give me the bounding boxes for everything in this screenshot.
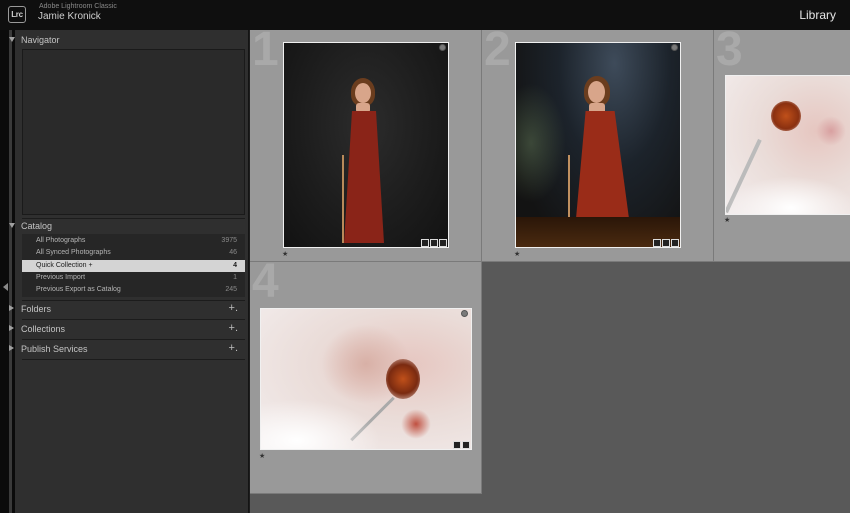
flag-circle-icon[interactable] [461,310,468,317]
divider [22,359,245,360]
lrc-logo-icon: Lrc [8,6,26,23]
catalog-item-all-synced[interactable]: All Synced Photographs 46 [22,247,245,259]
photo-grid: 1 ★ 2 ★ 3 ★ 4 ★ [250,26,850,513]
collections-label: Collections [21,324,66,334]
catalog-item-count: 3975 [221,237,237,244]
add-folder-icon[interactable]: +. [229,302,238,314]
catalog-item-count: 245 [225,286,237,293]
catalog-item-previous-import[interactable]: Previous Import 1 [22,272,245,284]
cell-index: 2 [484,23,511,76]
badge-icon[interactable] [421,239,429,247]
photo-subject [342,155,344,243]
photo-subject [816,116,846,146]
left-edge-divider [9,30,12,513]
catalog-item-name: All Synced Photographs [36,249,111,256]
grid-cell[interactable]: 2 ★ [482,26,714,262]
flag-circle-icon[interactable] [671,44,678,51]
collapse-left-panel-icon[interactable] [3,283,8,291]
left-edge-strip [0,30,15,513]
triangle-right-icon [9,305,14,311]
grid-cell[interactable]: 3 ★ [714,26,850,262]
badge-icon[interactable] [653,239,661,247]
photo-subject [355,83,371,103]
module-library[interactable]: Library [799,8,836,22]
rating-star-icon[interactable]: ★ [514,250,520,258]
triangle-right-icon [9,345,14,351]
flag-circle-icon[interactable] [439,44,446,51]
cell-index: 3 [716,23,743,76]
triangle-right-icon [9,325,14,331]
photo-subject [588,81,605,103]
grid-cell[interactable]: 1 ★ [250,26,482,262]
catalog-label: Catalog [21,221,53,231]
thumbnail-badges [421,239,447,247]
badge-icon[interactable] [430,239,438,247]
user-name: Jamie Kronick [38,11,101,22]
folders-label: Folders [21,304,52,314]
photo-subject [726,176,850,214]
divider [22,339,245,340]
photo-subject [574,111,632,241]
rating-star-icon[interactable]: ★ [259,452,265,460]
panel-header-navigator[interactable]: Navigator [7,32,244,50]
app-name: Adobe Lightroom Classic [39,3,117,10]
catalog-item-count: 4 [233,262,237,269]
add-publish-service-icon[interactable]: +. [229,342,238,354]
divider [22,319,245,320]
thumbnail-badges [653,239,679,247]
catalog-item-name: Previous Import [36,274,86,281]
panel-header-publish-services[interactable]: Publish Services +. [7,341,244,359]
badge-icon[interactable] [462,441,470,449]
badge-icon[interactable] [662,239,670,247]
cell-index: 4 [252,255,279,308]
cell-index: 1 [252,23,279,76]
photo-thumbnail[interactable] [515,42,681,248]
publish-services-label: Publish Services [21,344,88,354]
catalog-item-count: 46 [229,249,237,256]
photo-subject [568,155,570,243]
navigator-label: Navigator [21,35,60,45]
panel-header-collections[interactable]: Collections +. [7,321,244,339]
badge-icon[interactable] [453,441,461,449]
catalog-item-all-photographs[interactable]: All Photographs 3975 [22,235,245,247]
catalog-item-quick-collection[interactable]: Quick Collection + 4 [22,260,245,272]
catalog-item-name: All Photographs [36,237,86,244]
photo-subject [386,359,420,399]
catalog-item-count: 1 [233,274,237,281]
photo-subject [344,111,384,243]
rating-star-icon[interactable]: ★ [282,250,288,258]
rating-star-icon[interactable]: ★ [724,216,730,224]
navigator-preview[interactable] [22,49,245,215]
catalog-item-name: Quick Collection + [36,262,93,269]
add-collection-icon[interactable]: +. [229,322,238,334]
triangle-down-icon [9,37,15,42]
photo-subject [401,409,431,439]
catalog-item-name: Previous Export as Catalog [36,286,121,293]
panel-header-folders[interactable]: Folders +. [7,301,244,319]
triangle-down-icon [9,223,15,228]
photo-subject [771,101,801,131]
badge-icon[interactable] [671,239,679,247]
photo-subject [261,399,381,449]
catalog-list: All Photographs 3975 All Synced Photogra… [22,234,245,297]
photo-thumbnail[interactable] [283,42,449,248]
catalog-item-previous-export[interactable]: Previous Export as Catalog 245 [22,284,245,296]
photo-thumbnail[interactable] [725,75,850,215]
thumbnail-badges [453,441,470,449]
badge-icon[interactable] [439,239,447,247]
grid-cell[interactable]: 4 ★ [250,258,482,494]
photo-thumbnail[interactable] [260,308,472,450]
